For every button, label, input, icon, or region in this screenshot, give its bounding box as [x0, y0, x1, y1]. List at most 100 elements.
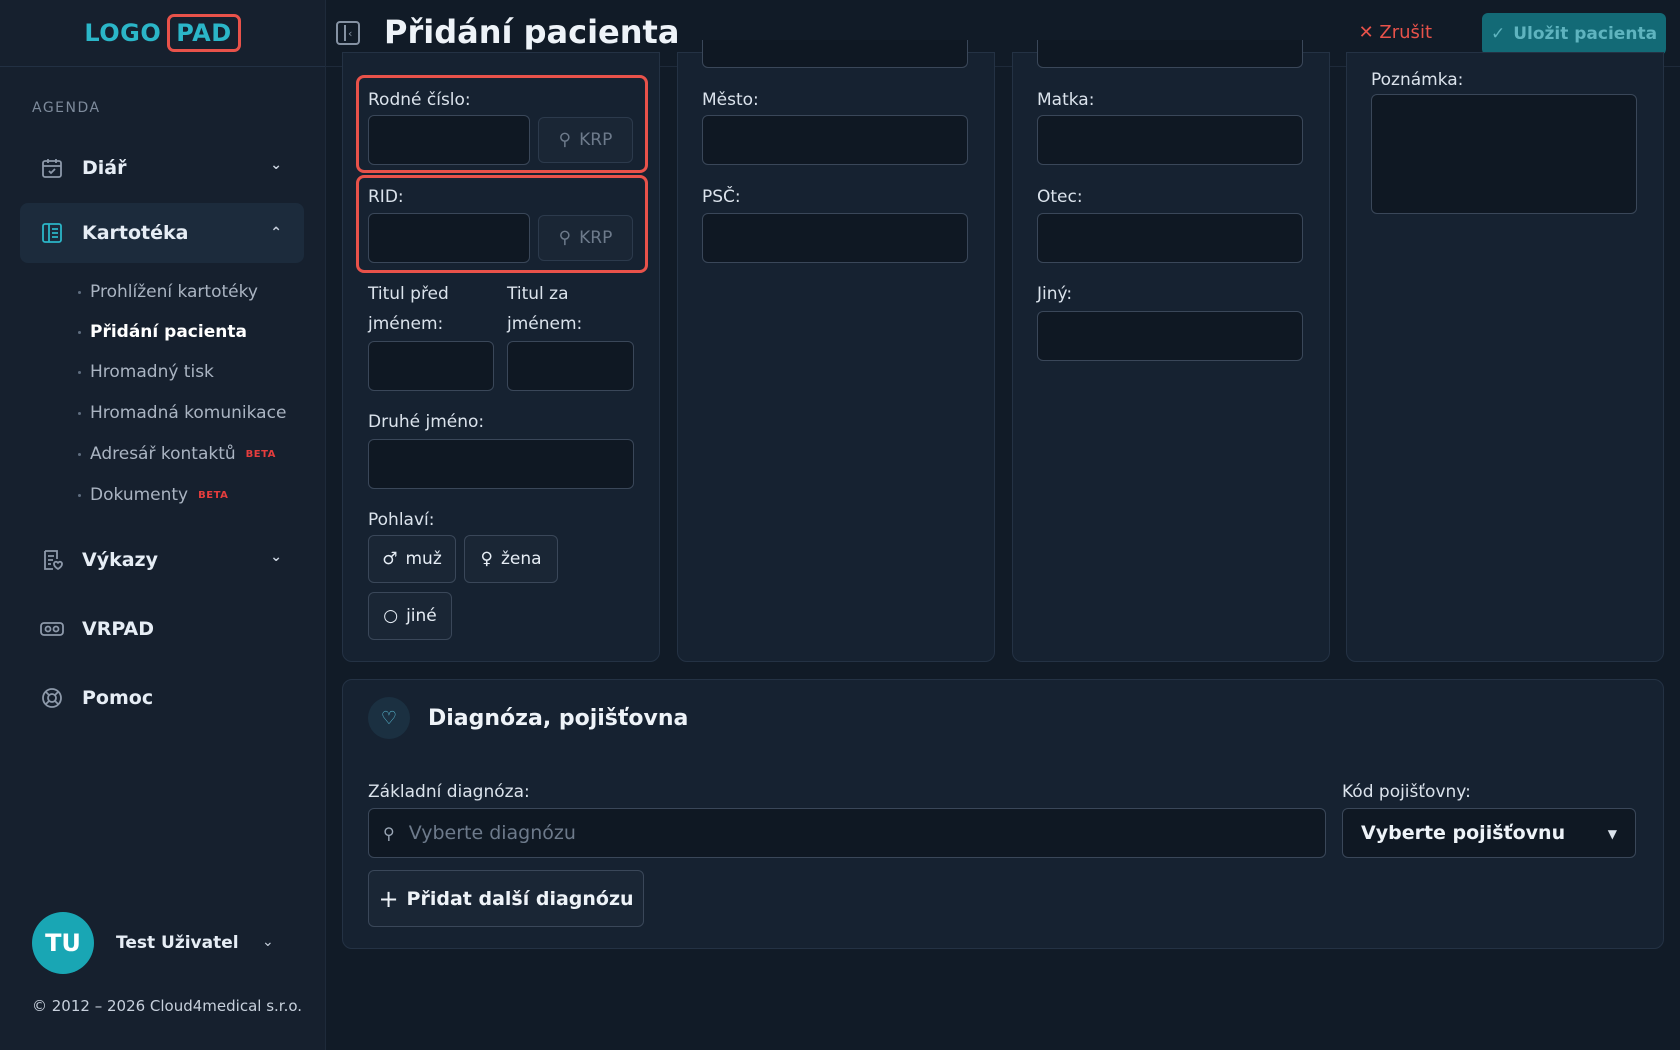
sidebar-item-kartoteka[interactable]: Kartotéka ⌃	[20, 203, 304, 263]
search-icon: ⚲	[558, 130, 572, 150]
report-icon	[40, 548, 64, 572]
gender-label: žena	[500, 549, 542, 569]
subitem-label: Hromadná komunikace	[90, 403, 287, 423]
sidebar-collapse-icon[interactable]: ‹	[336, 21, 360, 45]
subitem-hromadna-komunikace[interactable]: Hromadná komunikace	[78, 403, 287, 423]
sidebar-item-vrpad[interactable]: VRPAD	[20, 599, 304, 659]
gender-male-button[interactable]: ♂ muž	[368, 535, 456, 583]
subitem-label: Adresář kontaktů	[90, 444, 236, 464]
add-diagnosis-label: Přidat další diagnózu	[406, 887, 634, 910]
bullet-icon	[78, 330, 81, 334]
diagnosis-search-input[interactable]: ⚲ Vyberte diagnózu	[368, 808, 1326, 858]
rodne-cislo-label: Rodné číslo:	[368, 90, 471, 110]
krp-label: KRP	[579, 130, 613, 150]
gender-female-button[interactable]: ♀ žena	[464, 535, 558, 583]
calendar-icon	[40, 156, 64, 180]
subitem-label: Prohlížení kartotéky	[90, 282, 258, 302]
titul-za-label-2: jménem:	[507, 314, 583, 334]
jiny-input[interactable]	[1037, 311, 1303, 361]
krp-search-button[interactable]: ⚲ KRP	[538, 215, 633, 261]
gender-label: muž	[405, 549, 442, 569]
beta-badge: BETA	[198, 489, 229, 501]
bullet-icon	[78, 370, 81, 374]
logo-part2: PAD	[167, 14, 241, 52]
user-name: Test Uživatel	[116, 933, 239, 953]
poznamka-textarea[interactable]	[1371, 94, 1637, 214]
gender-other-button[interactable]: ○ jiné	[368, 592, 452, 640]
partial-input[interactable]	[702, 40, 968, 68]
rodne-cislo-input[interactable]	[368, 115, 530, 165]
rid-label: RID:	[368, 187, 404, 207]
psc-input[interactable]	[702, 213, 968, 263]
heart-shield-icon: ♡	[368, 697, 410, 739]
sidebar-item-label: Diář	[82, 157, 127, 179]
bullet-icon	[78, 290, 81, 294]
jiny-label: Jiný:	[1037, 284, 1073, 304]
bullet-icon	[78, 493, 81, 497]
logo-part1: LOGO	[84, 19, 162, 47]
sidebar-item-diar[interactable]: Diář ⌄	[20, 138, 304, 198]
subitem-prohlizeni-kartoteky[interactable]: Prohlížení kartotéky	[78, 282, 258, 302]
titul-pred-input[interactable]	[368, 341, 494, 391]
cancel-label: Zrušit	[1379, 22, 1432, 43]
titul-za-label: Titul za	[507, 284, 569, 304]
check-icon: ✓	[1490, 24, 1506, 44]
male-icon: ♂	[382, 549, 398, 569]
diagnosis-placeholder: Vyberte diagnózu	[408, 822, 576, 844]
rid-input[interactable]	[368, 213, 530, 263]
subitem-pridani-pacienta[interactable]: Přidání pacienta	[78, 322, 247, 342]
chevron-down-icon: ⌄	[270, 549, 282, 565]
avatar: TU	[32, 912, 94, 974]
subitem-dokumenty[interactable]: Dokumenty BETA	[78, 485, 229, 505]
insurer-select[interactable]: Vyberte pojišťovnu ▼	[1342, 808, 1636, 858]
logo[interactable]: LOGO PAD	[84, 14, 241, 52]
sidebar-item-label: VRPAD	[82, 618, 154, 640]
gender-label: jiné	[406, 606, 437, 626]
cancel-button[interactable]: ✕ Zrušit	[1359, 22, 1432, 43]
vr-headset-icon	[40, 617, 64, 641]
psc-label: PSČ:	[702, 187, 741, 207]
druhe-jmeno-label: Druhé jméno:	[368, 412, 485, 432]
subitem-label: Hromadný tisk	[90, 362, 214, 382]
beta-badge: BETA	[245, 448, 276, 460]
search-icon: ⚲	[558, 228, 572, 248]
subitem-label: Přidání pacienta	[90, 322, 247, 342]
user-menu[interactable]: TU Test Uživatel ⌄	[32, 912, 274, 974]
lifebuoy-icon	[40, 686, 64, 710]
sidebar-item-label: Výkazy	[82, 549, 158, 571]
krp-search-button[interactable]: ⚲ KRP	[538, 117, 633, 163]
druhe-jmeno-input[interactable]	[368, 439, 634, 489]
subitem-adresar-kontaktu[interactable]: Adresář kontaktů BETA	[78, 444, 276, 464]
mesto-input[interactable]	[702, 115, 968, 165]
mesto-label: Město:	[702, 90, 759, 110]
insurer-label: Kód pojišťovny:	[1342, 782, 1471, 802]
plus-icon: +	[378, 884, 399, 913]
bullet-icon	[78, 452, 81, 456]
partial-input[interactable]	[1037, 40, 1303, 68]
female-icon: ♀	[480, 549, 493, 569]
page-title: Přidání pacienta	[384, 13, 680, 51]
subitem-hromadny-tisk[interactable]: Hromadný tisk	[78, 362, 214, 382]
caret-down-icon: ▼	[1607, 827, 1617, 841]
bullet-icon	[78, 411, 81, 415]
insurer-value: Vyberte pojišťovnu	[1361, 822, 1566, 844]
pohlavi-label: Pohlaví:	[368, 510, 435, 530]
copyright: © 2012 – 2026 Cloud4medical s.r.o.	[32, 997, 303, 1015]
otec-input[interactable]	[1037, 213, 1303, 263]
sidebar-item-label: Kartotéka	[82, 222, 189, 244]
add-diagnosis-button[interactable]: + Přidat další diagnózu	[368, 870, 644, 927]
krp-label: KRP	[579, 228, 613, 248]
save-label: Uložit pacienta	[1513, 24, 1658, 44]
matka-input[interactable]	[1037, 115, 1303, 165]
sidebar-item-vykazy[interactable]: Výkazy ⌄	[20, 530, 304, 590]
chevron-down-icon: ⌄	[270, 157, 282, 173]
sidebar: LOGO PAD AGENDA Diář ⌄ Kartotéka ⌃ Prohl…	[0, 0, 326, 1050]
otec-label: Otec:	[1037, 187, 1083, 207]
circle-icon: ○	[383, 606, 399, 626]
section-label-agenda: AGENDA	[32, 100, 101, 116]
titul-za-input[interactable]	[507, 341, 634, 391]
sidebar-item-pomoc[interactable]: Pomoc	[20, 668, 304, 728]
save-button[interactable]: ✓ Uložit pacienta	[1482, 13, 1666, 55]
search-icon: ⚲	[383, 823, 395, 843]
subitem-label: Dokumenty	[90, 485, 189, 505]
